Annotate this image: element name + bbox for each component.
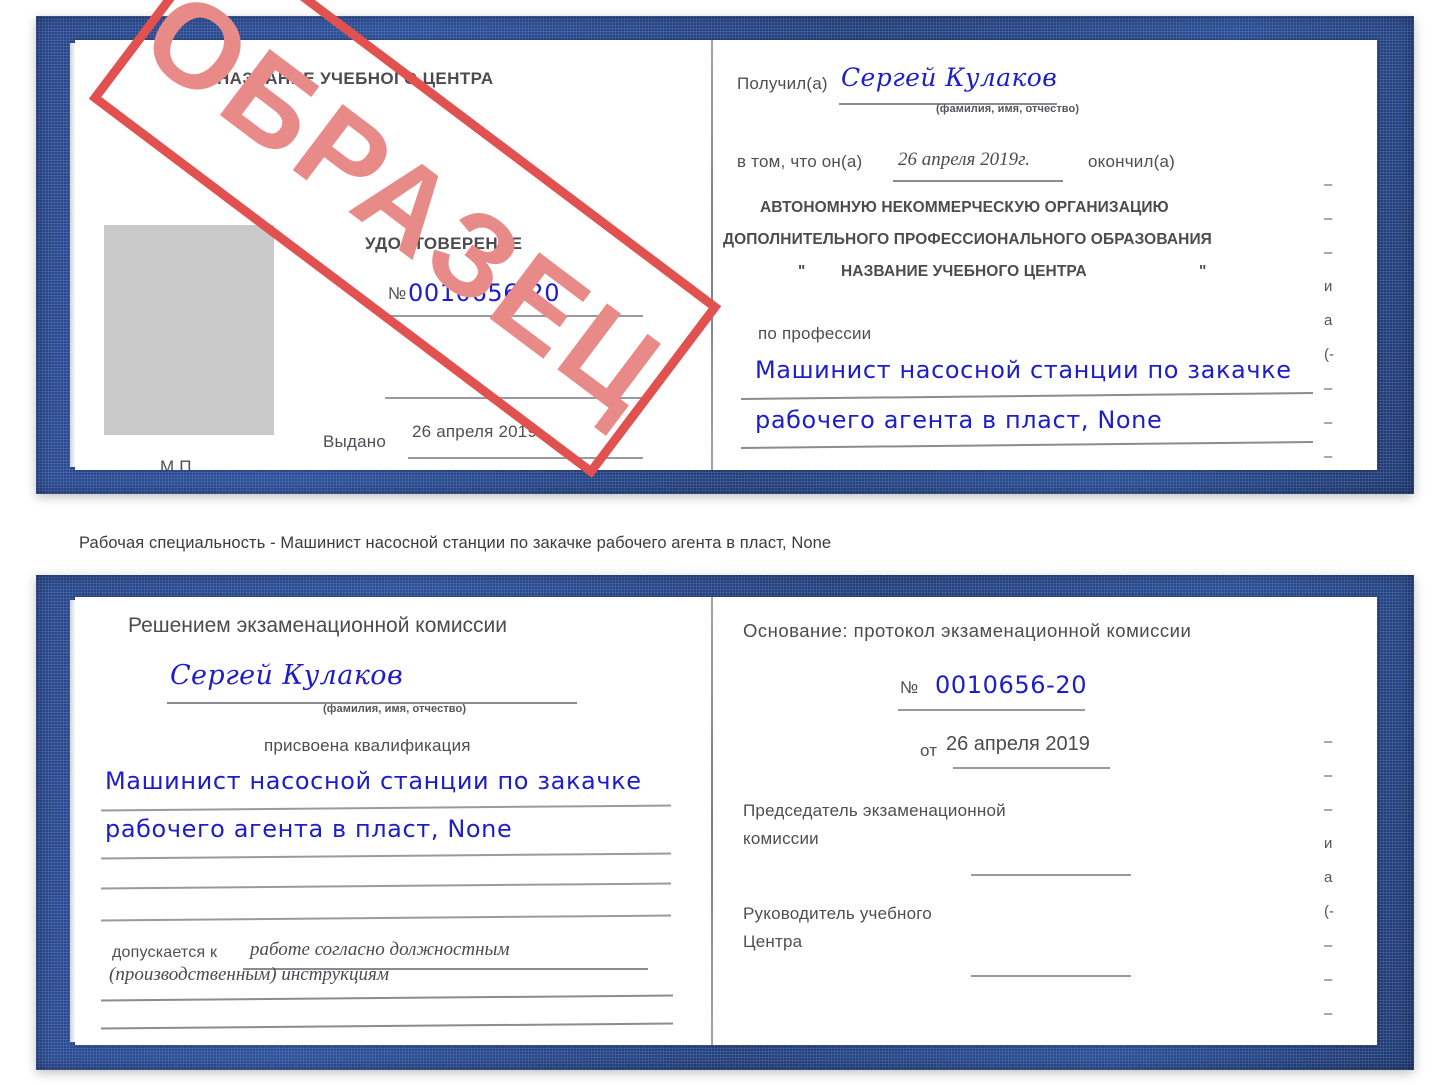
profession-line-2: рабочего агента в пласт, None (755, 406, 1163, 434)
issued-date-value: 26 апреля 2019 (412, 422, 538, 441)
head-label-line-2: Центра (743, 932, 803, 951)
margin-fragment: – (1324, 244, 1333, 261)
protocol-number-rule (898, 709, 1085, 711)
profession-rule-2 (741, 441, 1313, 449)
certificate-number-rule (385, 315, 643, 317)
margin-fragment: и (1324, 835, 1333, 852)
profession-line-1: Машинист насосной станции по закачке (755, 356, 1292, 384)
margin-fragment: – (1324, 733, 1333, 750)
protocol-number-value: 0010656-20 (935, 671, 1088, 699)
head-label-line-1: Руководитель учебного (743, 904, 932, 923)
margin-fragments-top: – – – и а (- – – – (1324, 168, 1334, 470)
seal-place-label: М.П. (160, 457, 197, 470)
received-by-name: Сергей Кулаков (841, 63, 1058, 92)
margin-fragment: – (1324, 1031, 1334, 1045)
admitted-to-label: допускается к (112, 944, 218, 961)
margin-fragment: – (1324, 937, 1333, 954)
training-center-header: НАЗВАНИЕ УЧЕБНОГО ЦЕНТРА (217, 69, 494, 88)
margin-fragment: (- (1324, 903, 1334, 920)
head-signature-rule (971, 975, 1131, 977)
margin-fragment: – (1324, 448, 1333, 465)
photo-placeholder (104, 225, 274, 435)
margin-fragments-bottom: – – – и а (- – – – – (1324, 725, 1334, 1045)
protocol-date-rule (953, 767, 1110, 769)
chairman-signature-rule (971, 874, 1131, 876)
qualification-rule-3 (101, 882, 671, 890)
basis-protocol-label: Основание: протокол экзаменационной коми… (743, 620, 1192, 641)
qualification-rule-2 (101, 852, 671, 860)
qualification-line-1: Машинист насосной станции по закачке (105, 767, 642, 795)
margin-fragment: – (1324, 971, 1333, 988)
margin-fragment: и (1324, 278, 1333, 295)
blank-rule-1 (385, 397, 643, 399)
profession-label: по профессии (758, 324, 872, 343)
margin-fragment: – (1324, 414, 1333, 431)
certificate-top-spread: НАЗВАНИЕ УЧЕБНОГО ЦЕНТРА УДОСТОВЕРЕНИЕ №… (70, 40, 1377, 470)
document-type-label: УДОСТОВЕРЕНИЕ (365, 234, 523, 253)
qualification-label: присвоена квалификация (264, 736, 471, 755)
protocol-number-symbol: № (900, 678, 919, 697)
margin-fragment: – (1324, 767, 1333, 784)
certificate-top-left-page: НАЗВАНИЕ УЧЕБНОГО ЦЕНТРА УДОСТОВЕРЕНИЕ №… (75, 40, 711, 470)
profession-rule-1 (741, 392, 1313, 400)
commission-decision-header: Решением экзаменационной комиссии (128, 614, 508, 637)
protocol-date-value: 26 апреля 2019 (946, 733, 1090, 755)
certificate-bottom-right-page: Основание: протокол экзаменационной коми… (713, 597, 1377, 1045)
chairman-label-line-1: Председатель экзаменационной (743, 801, 1006, 820)
margin-fragment: а (1324, 312, 1333, 329)
name-hint-top: (фамилия, имя, отчество) (936, 103, 1080, 115)
chairman-label-line-2: комиссии (743, 829, 819, 848)
completion-date-value: 26 апреля 2019г. (898, 149, 1030, 170)
margin-fragment: – (1324, 1005, 1333, 1022)
organization-line-1: АВТОНОМНУЮ НЕКОММЕРЧЕСКУЮ ОРГАНИЗАЦИЮ (760, 199, 1169, 216)
organization-line-3: НАЗВАНИЕ УЧЕБНОГО ЦЕНТРА (841, 263, 1087, 280)
certificate-top-right-page: Получил(а) Сергей Кулаков (фамилия, имя,… (713, 40, 1377, 470)
organization-quote-close: " (1199, 263, 1207, 280)
certificate-bottom-left-page: Решением экзаменационной комиссии Сергей… (75, 597, 711, 1045)
certificate-number-value: 0010656-20 (408, 279, 561, 307)
margin-fragment: – (1324, 210, 1333, 227)
page-caption: Рабочая специальность - Машинист насосно… (79, 534, 832, 552)
finished-label: окончил(а) (1088, 152, 1175, 171)
issued-date-rule (408, 457, 643, 459)
margin-fragment: – (1324, 801, 1333, 818)
received-by-label: Получил(а) (737, 74, 828, 93)
certificate-bottom-spread: Решением экзаменационной комиссии Сергей… (70, 597, 1377, 1045)
organization-line-2: ДОПОЛНИТЕЛЬНОГО ПРОФЕССИОНАЛЬНОГО ОБРАЗО… (723, 231, 1212, 248)
margin-fragment: а (1324, 869, 1333, 886)
name-hint-bottom: (фамилия, имя, отчество) (323, 703, 467, 715)
admitted-to-value-line-1: работе согласно должностным (250, 939, 510, 960)
margin-fragment: – (1324, 380, 1333, 397)
qualification-line-2: рабочего агента в пласт, None (105, 815, 513, 843)
issued-label: Выдано (323, 432, 386, 451)
admitted-to-value-line-2: (производственным) инструкциям (109, 964, 389, 985)
completion-date-rule (893, 180, 1063, 182)
admitted-rule-3 (101, 1022, 673, 1029)
protocol-date-label: от (920, 741, 938, 760)
qualification-rule-4 (101, 914, 671, 922)
graduate-name: Сергей Кулаков (170, 660, 404, 691)
in-that-label: в том, что он(а) (737, 152, 863, 171)
qualification-rule-1 (101, 804, 671, 812)
margin-fragment: (- (1324, 346, 1334, 363)
organization-quote-open: " (798, 263, 806, 280)
margin-fragment: – (1324, 176, 1333, 193)
admitted-rule-2 (101, 994, 673, 1001)
certificate-number-symbol: № (388, 284, 407, 303)
